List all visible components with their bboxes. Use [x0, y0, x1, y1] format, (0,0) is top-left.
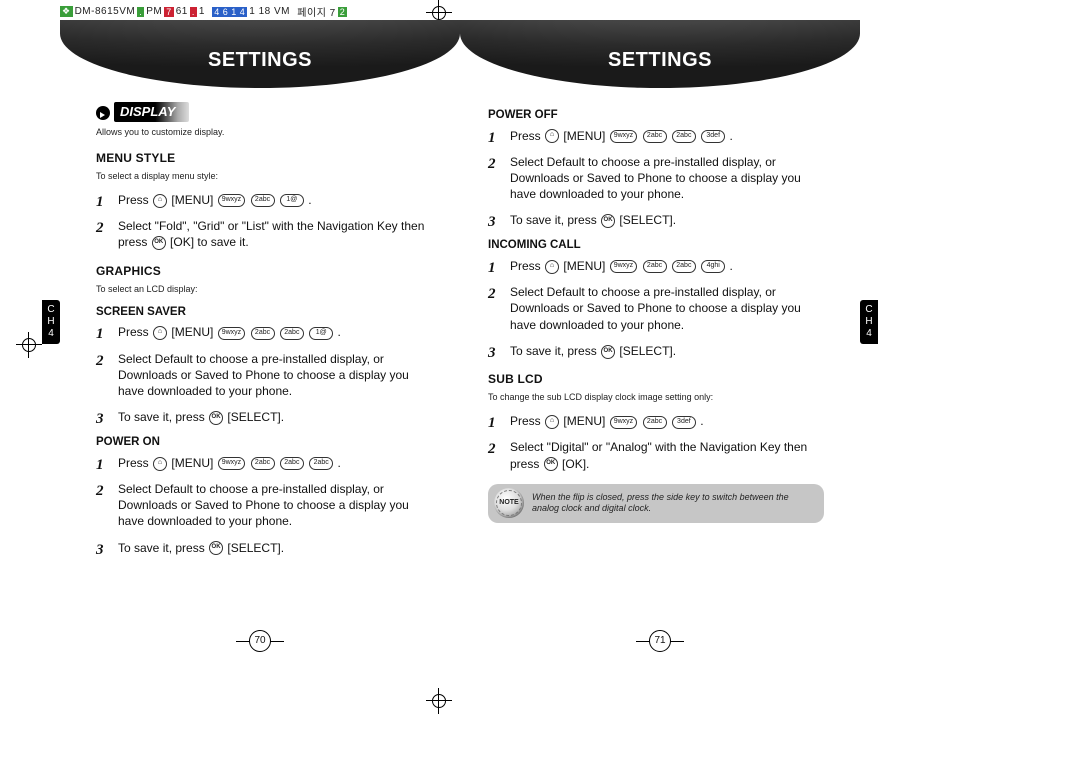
header-text: 페이지 7 — [297, 4, 335, 19]
note-box: NOTE When the flip is closed, press the … — [488, 484, 824, 523]
ok-key-icon: OK — [152, 236, 166, 250]
graphics-desc: To select an LCD display: — [96, 283, 432, 295]
step: Press ⌂ [MENU] 9wxyz 2abc 1@ . — [96, 192, 432, 208]
chapter-tab-right: CH4 — [860, 300, 878, 344]
menu-style-desc: To select a display menu style: — [96, 170, 432, 182]
settings-banner: SETTINGS — [60, 20, 460, 88]
screen-saver-steps: Press ⌂ [MENU] 9wxyz 2abc 2abc 1@ . Sele… — [96, 324, 432, 425]
ok-key-icon: OK — [601, 345, 615, 359]
step: Select "Fold", "Grid" or "List" with the… — [96, 218, 432, 250]
key-2: 2abc — [309, 457, 333, 470]
ok-key-icon: OK — [601, 214, 615, 228]
key-2: 2abc — [643, 416, 667, 429]
header-text: DM-8615VM — [75, 6, 136, 17]
page-left: SETTINGS DISPLAY Allows you to customize… — [60, 20, 460, 660]
key-9: 9wxyz — [218, 327, 245, 340]
step: To save it, press OK [SELECT]. — [96, 409, 432, 425]
key-9: 9wxyz — [610, 416, 637, 429]
section-graphics: GRAPHICS — [96, 263, 432, 279]
key-2: 2abc — [280, 327, 304, 340]
key-9: 9wxyz — [218, 194, 245, 207]
chip-red2: . — [190, 7, 197, 17]
chip-green: ❖ — [60, 6, 73, 17]
sub-lcd-desc: To change the sub LCD display clock imag… — [488, 391, 824, 403]
step: Press ⌂ [MENU] 9wxyz 2abc 3def . — [488, 413, 824, 429]
step: Press ⌂ [MENU] 9wxyz 2abc 2abc 1@ . — [96, 324, 432, 340]
menu-style-steps: Press ⌂ [MENU] 9wxyz 2abc 1@ . Select "F… — [96, 192, 432, 251]
step: Press ⌂ [MENU] 9wxyz 2abc 2abc 2abc . — [96, 455, 432, 471]
chip-red: 7 — [164, 7, 174, 17]
section-power-off: POWER OFF — [488, 108, 824, 124]
display-heading: DISPLAY — [96, 102, 432, 122]
section-sub-lcd: SUB LCD — [488, 371, 824, 387]
home-key-icon: ⌂ — [153, 194, 167, 208]
key-4: 4ghi — [701, 260, 725, 273]
ok-key-icon: OK — [209, 411, 223, 425]
key-2: 2abc — [251, 194, 275, 207]
key-3: 3def — [672, 416, 696, 429]
incoming-call-steps: Press ⌂ [MENU] 9wxyz 2abc 2abc 4ghi . Se… — [488, 258, 824, 359]
display-desc: Allows you to customize display. — [96, 126, 432, 138]
sub-lcd-steps: Press ⌂ [MENU] 9wxyz 2abc 3def . Select … — [488, 413, 824, 472]
step: Select Default to choose a pre-installed… — [488, 154, 824, 203]
step: Press ⌂ [MENU] 9wxyz 2abc 2abc 4ghi . — [488, 258, 824, 274]
key-9: 9wxyz — [218, 457, 245, 470]
key-2: 2abc — [672, 130, 696, 143]
key-2: 2abc — [251, 457, 275, 470]
key-2: 2abc — [643, 260, 667, 273]
power-off-steps: Press ⌂ [MENU] 9wxyz 2abc 2abc 3def . Se… — [488, 128, 824, 229]
ok-key-icon: OK — [209, 541, 223, 555]
page-number-left: 70 — [249, 630, 271, 652]
chip-blue: 4 6 1 4 — [212, 7, 247, 17]
file-header-strip: ❖ DM-8615VM . PM 7 61 . 1 4 6 1 4 1 18 V… — [60, 4, 347, 19]
section-menu-style: MENU STYLE — [96, 150, 432, 166]
home-key-icon: ⌂ — [545, 129, 559, 143]
key-1: 1@ — [280, 194, 304, 207]
header-text: 61 — [176, 6, 188, 17]
step: To save it, press OK [SELECT]. — [488, 212, 824, 228]
home-key-icon: ⌂ — [153, 457, 167, 471]
display-tag: DISPLAY — [114, 102, 189, 122]
settings-banner: SETTINGS — [460, 20, 860, 88]
chapter-tab-left: CH4 — [42, 300, 60, 344]
page-right: SETTINGS POWER OFF Press ⌂ [MENU] 9wxyz … — [460, 20, 860, 660]
chip-green2: . — [137, 7, 144, 17]
header-text: PM — [146, 6, 162, 17]
header-text: 1 18 VM — [249, 6, 290, 17]
section-power-on: POWER ON — [96, 435, 432, 451]
key-9: 9wxyz — [610, 260, 637, 273]
step: Select Default to choose a pre-installed… — [488, 284, 824, 333]
page-number-right: 71 — [649, 630, 671, 652]
step: To save it, press OK [SELECT]. — [488, 343, 824, 359]
key-2: 2abc — [643, 130, 667, 143]
step: To save it, press OK [SELECT]. — [96, 540, 432, 556]
home-key-icon: ⌂ — [545, 260, 559, 274]
play-icon — [96, 106, 110, 120]
step: Press ⌂ [MENU] 9wxyz 2abc 2abc 3def . — [488, 128, 824, 144]
step: Select Default to choose a pre-installed… — [96, 351, 432, 400]
home-key-icon: ⌂ — [545, 415, 559, 429]
ok-key-icon: OK — [544, 457, 558, 471]
step: Select Default to choose a pre-installed… — [96, 481, 432, 530]
key-2: 2abc — [280, 457, 304, 470]
key-9: 9wxyz — [610, 130, 637, 143]
note-text: When the flip is closed, press the side … — [532, 492, 789, 514]
section-screen-saver: SCREEN SAVER — [96, 305, 432, 321]
power-on-steps: Press ⌂ [MENU] 9wxyz 2abc 2abc 2abc . Se… — [96, 455, 432, 556]
key-3: 3def — [701, 130, 725, 143]
step: Select "Digital" or "Analog" with the Na… — [488, 439, 824, 471]
note-badge-icon: NOTE — [494, 488, 524, 518]
chip-green3: 2 — [338, 7, 348, 17]
key-2: 2abc — [251, 327, 275, 340]
key-2: 2abc — [672, 260, 696, 273]
key-1: 1@ — [309, 327, 333, 340]
header-text: 1 — [199, 6, 205, 17]
home-key-icon: ⌂ — [153, 326, 167, 340]
section-incoming-call: INCOMING CALL — [488, 238, 824, 254]
